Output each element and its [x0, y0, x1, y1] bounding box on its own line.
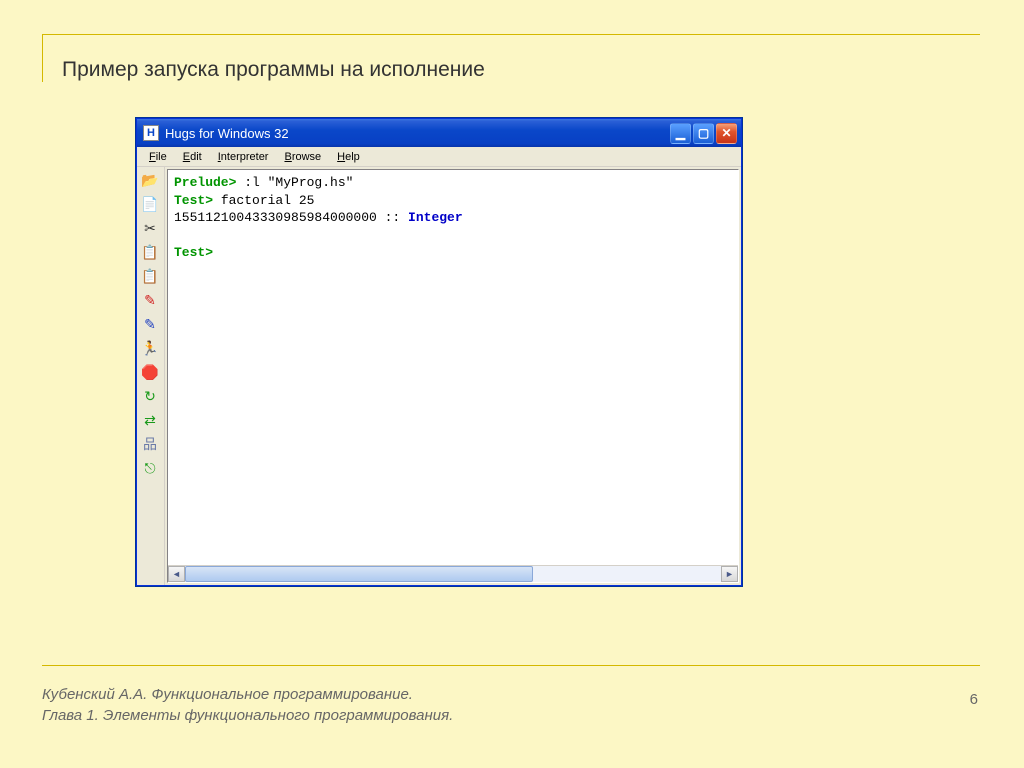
console[interactable]: Prelude> :l "MyProg.hs" Test> factorial …	[168, 170, 738, 565]
footer: Кубенский А.А. Функциональное программир…	[42, 684, 453, 726]
menu-browse[interactable]: Browse	[276, 149, 329, 165]
hscrollbar[interactable]: ◄ ►	[168, 565, 738, 582]
menu-help[interactable]: Help	[329, 149, 368, 165]
pencil-blue-icon[interactable]: ✎	[139, 313, 161, 335]
run-icon[interactable]: 🏃	[139, 337, 161, 359]
console-wrap: Prelude> :l "MyProg.hs" Test> factorial …	[167, 169, 739, 583]
cut-icon[interactable]: ✂	[139, 217, 161, 239]
body-area: 📂📄✂📋📋✎✎🏃🛑↻⇄品⎋ Prelude> :l "MyProg.hs" Te…	[137, 167, 741, 585]
open-icon[interactable]: 📂	[139, 169, 161, 191]
exit-icon[interactable]: ⎋	[139, 457, 161, 479]
menu-file[interactable]: File	[141, 149, 175, 165]
menubar: File Edit Interpreter Browse Help	[137, 147, 741, 167]
pencil-red-icon[interactable]: ✎	[139, 289, 161, 311]
page-number: 6	[970, 691, 978, 708]
scroll-thumb[interactable]	[185, 566, 533, 582]
minimize-button[interactable]: ▁	[670, 123, 691, 144]
toolbar: 📂📄✂📋📋✎✎🏃🛑↻⇄品⎋	[137, 167, 165, 585]
titlebar[interactable]: H Hugs for Windows 32 ▁ ▢ ✕	[137, 119, 741, 147]
footer-separator	[42, 665, 980, 666]
window-title: Hugs for Windows 32	[165, 126, 670, 141]
tree-icon[interactable]: ⇄	[139, 409, 161, 431]
clipboard-icon[interactable]: 📋	[139, 241, 161, 263]
paste-icon[interactable]: 📋	[139, 265, 161, 287]
menu-edit[interactable]: Edit	[175, 149, 210, 165]
maximize-button[interactable]: ▢	[693, 123, 714, 144]
scroll-track[interactable]	[185, 566, 721, 582]
settings-icon[interactable]: 品	[139, 433, 161, 455]
window-buttons: ▁ ▢ ✕	[670, 123, 737, 144]
scroll-right-icon[interactable]: ►	[721, 566, 738, 582]
reload-icon[interactable]: ↻	[139, 385, 161, 407]
stop-icon[interactable]: 🛑	[139, 361, 161, 383]
copy-icon[interactable]: 📄	[139, 193, 161, 215]
menu-interpreter[interactable]: Interpreter	[210, 149, 277, 165]
app-window: H Hugs for Windows 32 ▁ ▢ ✕ File Edit In…	[136, 118, 742, 586]
footer-line-2: Глава 1. Элементы функционального програ…	[42, 705, 453, 726]
footer-line-1: Кубенский А.А. Функциональное программир…	[42, 684, 453, 705]
app-icon: H	[143, 125, 159, 141]
close-button[interactable]: ✕	[716, 123, 737, 144]
slide-title: Пример запуска программы на исполнение	[62, 58, 485, 82]
scroll-left-icon[interactable]: ◄	[168, 566, 185, 582]
